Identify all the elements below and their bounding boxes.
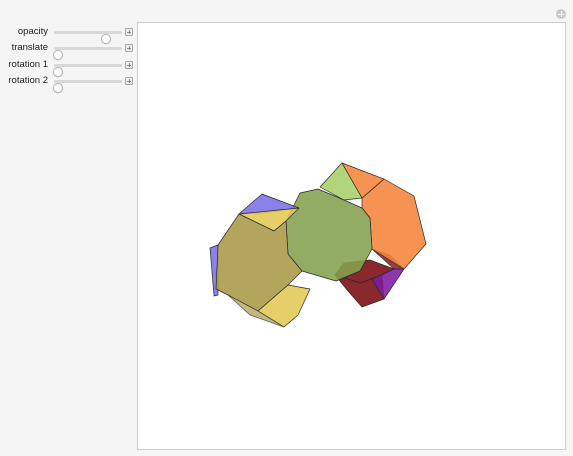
control-rotation-1: rotation 1 — [0, 57, 137, 77]
graphics-canvas[interactable] — [137, 22, 566, 450]
control-label: rotation 1 — [8, 59, 48, 70]
expand-plus-icon[interactable] — [125, 28, 133, 36]
expand-plus-icon[interactable] — [125, 44, 133, 52]
expand-plus-icon[interactable] — [125, 61, 133, 69]
translate-slider[interactable] — [53, 47, 122, 60]
control-translate: translate — [0, 40, 137, 60]
manipulate-app: opacity translate rotation 1 rotation 2 — [0, 0, 573, 456]
rotation-2-slider[interactable] — [53, 80, 122, 93]
slider-thumb[interactable] — [53, 83, 63, 93]
control-label: translate — [11, 42, 48, 53]
add-icon[interactable] — [556, 9, 566, 19]
face-octagon — [361, 178, 427, 270]
rotation-1-slider[interactable] — [53, 64, 122, 77]
control-label: rotation 2 — [8, 75, 48, 86]
opacity-slider[interactable] — [54, 31, 122, 44]
control-label: opacity — [17, 26, 48, 37]
polyhedra-graphic[interactable] — [138, 23, 567, 451]
control-rotation-2: rotation 2 — [0, 73, 137, 93]
expand-plus-icon[interactable] — [125, 77, 133, 85]
control-opacity: opacity — [0, 24, 137, 44]
